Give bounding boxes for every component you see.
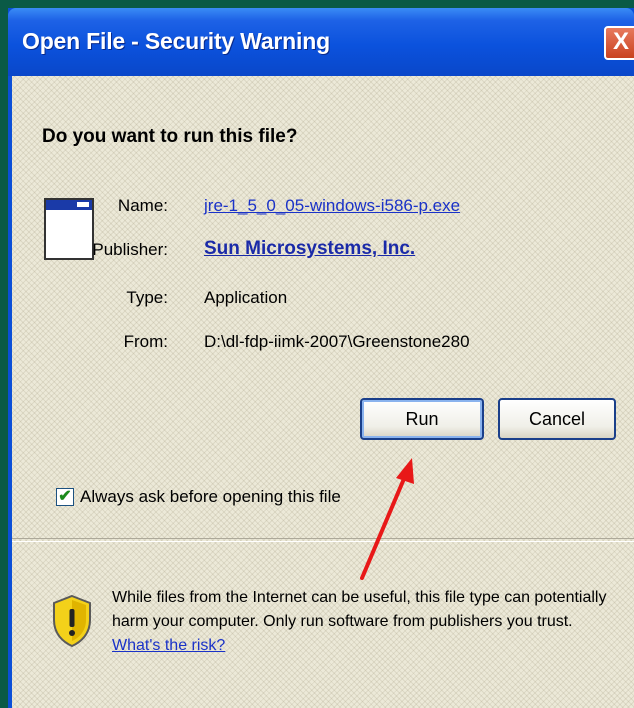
security-warning-dialog: Open File - Security Warning X Do you wa…: [8, 8, 634, 708]
type-label: Type:: [126, 288, 168, 307]
from-value: D:\dl-fdp-iimk-2007\Greenstone280: [204, 332, 470, 351]
dialog-question: Do you want to run this file?: [42, 126, 298, 147]
cancel-button[interactable]: Cancel: [498, 398, 616, 440]
close-button[interactable]: X: [604, 26, 634, 60]
separator: [12, 538, 634, 542]
always-ask-checkbox[interactable]: ✔: [56, 488, 74, 506]
warning-text: While files from the Internet can be use…: [112, 589, 607, 630]
dialog-body: Do you want to run this file? Name: jre-…: [12, 76, 634, 708]
type-value: Application: [204, 288, 288, 307]
publisher-label: Publisher:: [92, 240, 168, 259]
warning-message: While files from the Internet can be use…: [112, 586, 622, 658]
run-button[interactable]: Run: [360, 398, 484, 440]
from-label: From:: [123, 332, 168, 351]
whats-the-risk-link[interactable]: What's the risk?: [112, 637, 225, 654]
window-title: Open File - Security Warning: [22, 28, 330, 54]
publisher-link[interactable]: Sun Microsystems, Inc.: [204, 238, 415, 260]
name-label: Name:: [117, 196, 168, 215]
file-name-link[interactable]: jre-1_5_0_05-windows-i586-p.exe: [204, 196, 460, 216]
always-ask-label[interactable]: Always ask before opening this file: [80, 487, 341, 507]
warning-shield-icon: [53, 594, 91, 648]
title-bar[interactable]: Open File - Security Warning X: [8, 8, 634, 76]
